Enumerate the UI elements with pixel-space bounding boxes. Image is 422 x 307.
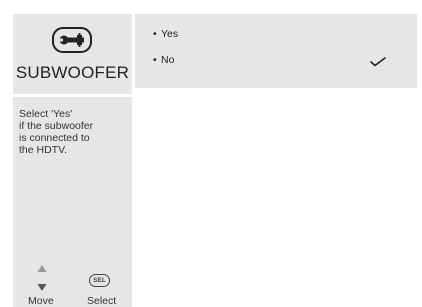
select-hint-label: Select: [87, 295, 117, 307]
sidebar-title: SUBWOOFER: [15, 63, 130, 82]
select-button-icon: SEL: [89, 274, 110, 287]
option-no[interactable]: • No: [153, 52, 403, 68]
option-yes[interactable]: • Yes: [153, 26, 403, 42]
sidebar-divider: [13, 94, 132, 97]
up-down-arrow-icon: [37, 265, 47, 291]
option-bullet: •: [153, 28, 157, 40]
wrench-icon: [52, 27, 92, 53]
option-bullet: •: [153, 54, 157, 66]
sidebar-header: SUBWOOFER: [13, 14, 132, 92]
help-text: Select 'Yes' if the subwoofer is connect…: [19, 108, 94, 156]
settings-sidebar: SUBWOOFER Select 'Yes' if the subwoofer …: [13, 14, 132, 307]
checkmark-icon: [370, 57, 386, 67]
options-panel: • Yes • No: [135, 14, 417, 88]
option-label: No: [161, 54, 175, 66]
option-label: Yes: [161, 28, 179, 40]
move-hint-label: Move: [28, 295, 54, 307]
